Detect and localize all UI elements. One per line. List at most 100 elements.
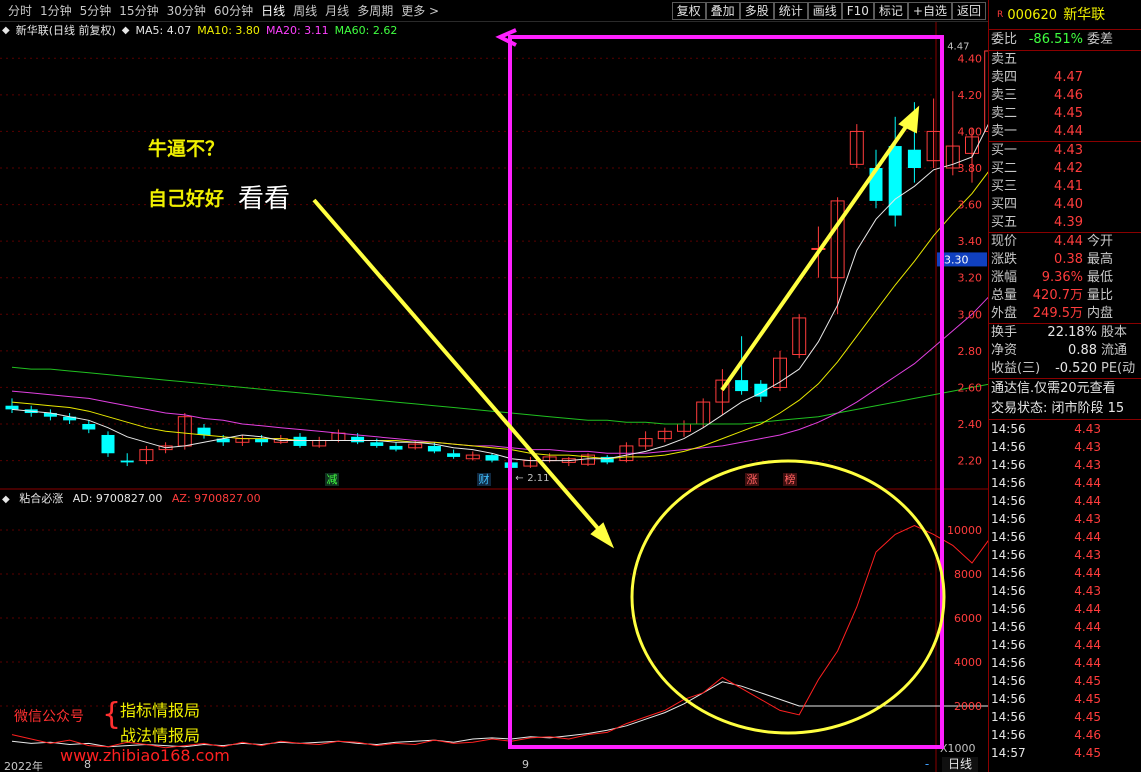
quote-row: 涨跌 0.38 最高 xyxy=(989,251,1141,269)
quote-value: 4.44 xyxy=(1054,234,1083,249)
fin-row: 换手 22.18% 股本 xyxy=(989,324,1141,342)
period-tab[interactable]: 分时 xyxy=(4,3,36,19)
tick-price: 4.46 xyxy=(1074,728,1101,742)
action-buttons: 复权 叠加 多股 统计 画线 F10 标记 +自选 返回 xyxy=(671,2,986,20)
period-tab[interactable]: 更多 > xyxy=(397,3,443,19)
time-axis-month-9: 9 xyxy=(522,758,529,771)
tick-time: 14:56 xyxy=(991,584,1026,598)
tick-time: 14:56 xyxy=(991,458,1026,472)
period-tab[interactable]: 周线 xyxy=(289,3,321,19)
tick-time: 14:56 xyxy=(991,692,1026,706)
toolbar-action-button[interactable]: 统计 xyxy=(773,2,808,20)
buy-row[interactable]: 买五 4.39 xyxy=(989,214,1141,232)
tick-list[interactable]: 14:56 4.43 14:56 4.43 14:56 4.43 14:56 4.44 14:5… xyxy=(989,420,1141,762)
wechat-account-1: 指标情报局 xyxy=(120,701,201,720)
event-marker-zhang[interactable]: 涨 xyxy=(747,473,758,486)
annotation-text-1: 牛逼不？ xyxy=(148,138,225,160)
quote-value: 0.38 xyxy=(1054,252,1083,267)
quote-value: 9.36% xyxy=(1041,270,1083,285)
sub-indicator-icon[interactable]: ◆ xyxy=(2,494,10,505)
tick-row: 14:56 4.44 xyxy=(989,636,1141,654)
price-tick-label: 3.40 xyxy=(958,235,983,248)
period-tab[interactable]: 15分钟 xyxy=(115,3,162,19)
buy-row[interactable]: 买一 4.43 xyxy=(989,142,1141,160)
toolbar-action-button[interactable]: 复权 xyxy=(671,2,706,20)
tick-row: 14:56 4.44 xyxy=(989,654,1141,672)
event-marker-jian[interactable]: 减 xyxy=(327,473,338,486)
brace-symbol: { xyxy=(102,697,122,732)
fin-label: 收益(三) xyxy=(991,361,1041,376)
fin-label: 净资 xyxy=(991,343,1018,358)
toolbar-action-button[interactable]: +自选 xyxy=(907,2,952,20)
low-price-label: 2.11 xyxy=(527,473,549,484)
notice-row[interactable]: 通达信.仅需20元查看 xyxy=(989,379,1141,399)
wechat-label: 微信公众号 xyxy=(14,709,84,725)
ratio-value: -86.51% xyxy=(1028,32,1083,47)
buy-row[interactable]: 买四 4.40 xyxy=(989,196,1141,214)
tick-price: 4.43 xyxy=(1074,440,1101,454)
period-tab[interactable]: 多周期 xyxy=(353,3,397,19)
quote-right-label: 最高 xyxy=(1087,252,1114,267)
tick-time: 14:56 xyxy=(991,620,1026,634)
candle-body-down xyxy=(389,445,403,450)
ma5-line xyxy=(11,123,988,462)
tick-time: 14:56 xyxy=(991,548,1026,562)
sell-label: 卖三 xyxy=(991,88,1018,103)
tick-row: 14:56 4.45 xyxy=(989,690,1141,708)
quote-row: 外盘 249.5万 内盘 xyxy=(989,305,1141,323)
toolbar-action-button[interactable]: 画线 xyxy=(807,2,842,20)
sell-price: 4.45 xyxy=(1054,106,1083,121)
daily-period-button[interactable]: 日线 xyxy=(942,757,978,772)
tick-price: 4.45 xyxy=(1074,692,1101,706)
tick-time: 14:56 xyxy=(991,674,1026,688)
period-tab[interactable]: 日线 xyxy=(257,3,289,19)
toolbar-action-button[interactable]: 标记 xyxy=(873,2,908,20)
period-tab[interactable]: 30分钟 xyxy=(163,3,210,19)
price-tick-label: 2.60 xyxy=(958,381,983,394)
buy-row[interactable]: 买二 4.42 xyxy=(989,160,1141,178)
sell-row[interactable]: 卖四 4.47 xyxy=(989,69,1141,87)
fin-right-label: PE(动 xyxy=(1101,361,1136,376)
period-tab[interactable]: 月线 xyxy=(321,3,353,19)
sell-price xyxy=(1025,51,1083,69)
toolbar-action-button[interactable]: F10 xyxy=(841,2,874,20)
sell-row[interactable]: 卖三 4.46 xyxy=(989,87,1141,105)
period-tab[interactable]: 60分钟 xyxy=(210,3,257,19)
sell-row[interactable]: 卖二 4.45 xyxy=(989,105,1141,123)
tick-row: 14:56 4.43 xyxy=(989,456,1141,474)
zoom-out-button[interactable]: - xyxy=(920,757,934,772)
toolbar-action-button[interactable]: 叠加 xyxy=(705,2,740,20)
sell-row[interactable]: 卖一 4.44 xyxy=(989,123,1141,141)
sell-row[interactable]: 卖五 xyxy=(989,51,1141,69)
tick-time: 14:56 xyxy=(991,530,1026,544)
sell-price: 4.44 xyxy=(1054,124,1083,139)
buy-label: 买二 xyxy=(991,161,1018,176)
candle-body-down xyxy=(427,445,441,452)
quote-label: 现价 xyxy=(991,234,1018,249)
event-marker-bang[interactable]: 榜 xyxy=(785,472,796,486)
quote-row: 现价 4.44 今开 xyxy=(989,233,1141,251)
ma20-line xyxy=(11,296,988,454)
tick-price: 4.44 xyxy=(1074,620,1101,634)
quote-value: 420.7万 xyxy=(1032,288,1083,303)
fin-row: 收益(三) -0.520 PE(动 xyxy=(989,360,1141,378)
tick-price: 4.43 xyxy=(1074,422,1101,436)
period-tab[interactable]: 1分钟 xyxy=(36,3,76,19)
toolbar-action-button[interactable]: 多股 xyxy=(739,2,774,20)
time-axis-month-8: 8 xyxy=(84,758,91,771)
buy-price: 4.40 xyxy=(1054,197,1083,212)
candle-body-down xyxy=(101,434,115,454)
tick-price: 4.44 xyxy=(1074,476,1101,490)
period-tab[interactable]: 5分钟 xyxy=(76,3,116,19)
tick-time: 14:56 xyxy=(991,512,1026,526)
candle-body-down xyxy=(5,405,19,410)
quote-value: 249.5万 xyxy=(1032,306,1083,321)
price-tick-label: 2.80 xyxy=(958,345,983,358)
candle-body-down xyxy=(293,436,307,446)
sell-label: 卖二 xyxy=(991,106,1018,121)
buy-row[interactable]: 买三 4.41 xyxy=(989,178,1141,196)
event-marker-cai[interactable]: 财 xyxy=(479,472,490,486)
candle-body-down xyxy=(82,424,96,430)
toolbar-action-button[interactable]: 返回 xyxy=(951,2,986,20)
tick-price: 4.44 xyxy=(1074,566,1101,580)
